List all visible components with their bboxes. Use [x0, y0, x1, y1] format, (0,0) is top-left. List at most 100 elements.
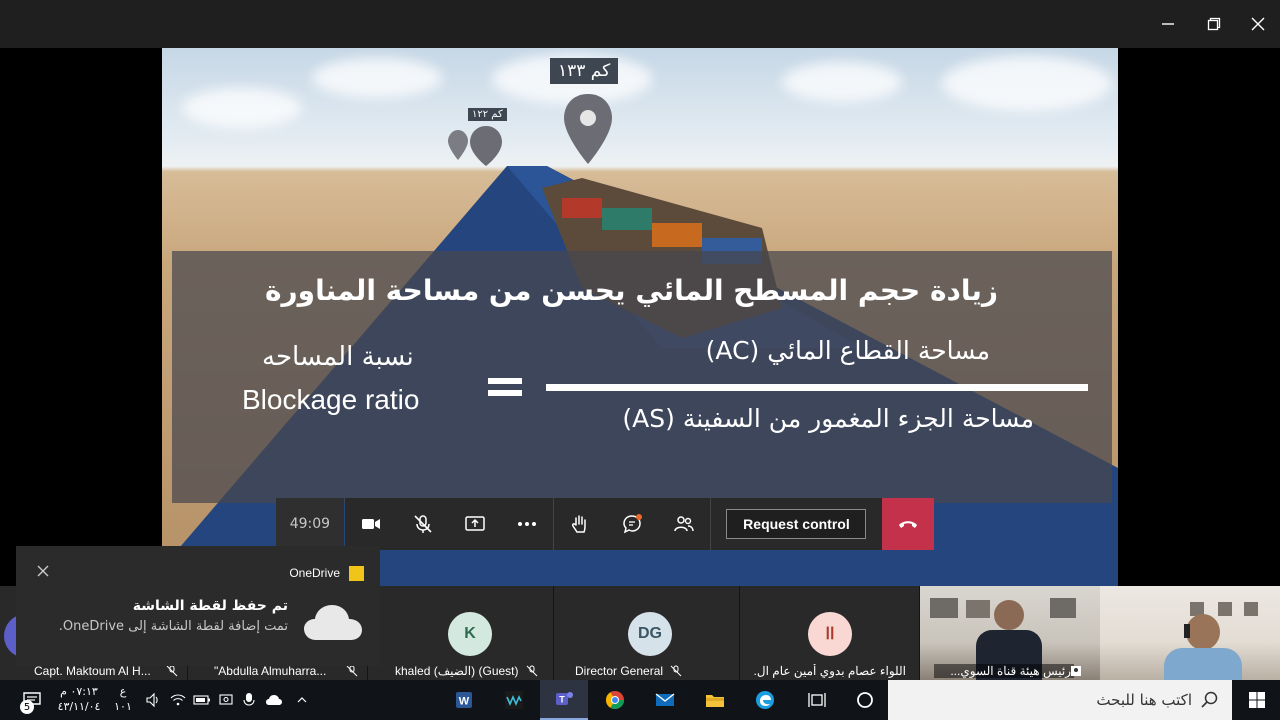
taskbar-mail[interactable] — [646, 680, 684, 720]
participant-video-tile[interactable]: رئيس هيئة قناة السوي... — [920, 586, 1100, 680]
notification-count-badge: 5 — [20, 700, 34, 714]
participant-body — [1164, 648, 1242, 680]
folder-icon — [706, 695, 724, 707]
camera-button[interactable] — [345, 498, 397, 550]
wall-frame — [1050, 598, 1076, 618]
more-button[interactable] — [501, 498, 553, 550]
call-timer: 49:09 — [276, 498, 344, 550]
clock-date: ٤٣/١١/٠٤ — [57, 700, 101, 713]
participants-icon — [674, 516, 694, 532]
wifi-button[interactable] — [166, 680, 190, 720]
close-icon — [1251, 17, 1265, 31]
microphone-icon — [243, 693, 255, 706]
participant-avatar: اا — [808, 612, 852, 656]
hangup-button[interactable] — [882, 498, 935, 550]
toast-app-name: OneDrive — [289, 566, 340, 580]
ratio-label-english: Blockage ratio — [242, 384, 420, 415]
pin-participant-icon — [1071, 666, 1081, 676]
fraction-line — [546, 384, 1088, 391]
map-pin-icon — [564, 94, 612, 164]
participants-button[interactable] — [658, 498, 710, 550]
volume-button[interactable] — [142, 680, 164, 720]
formula-denominator: مساحة الجزء المغمور من السفينة (AS) — [622, 404, 1034, 433]
onedrive-app-icon — [349, 566, 364, 581]
camera-icon — [361, 519, 380, 529]
call-controls-bar: 49:09 Request control — [276, 498, 935, 550]
participant-name: Capt. Maktoum Al H... — [34, 664, 151, 678]
participant-tile[interactable]: اا اللواء عصام بدوي أمين عام ال... — [740, 586, 920, 680]
taskbar: 5 ٠٧:١٣ م ٤٣/١١/٠٤ ع ١٠١ W T اكتب هنا لل… — [0, 680, 1280, 720]
wifi-icon — [170, 694, 186, 706]
taskbar-edge[interactable] — [746, 680, 784, 720]
map-pin-dot — [580, 110, 596, 126]
device-status-button[interactable] — [214, 680, 238, 720]
request-control-area: Request control — [710, 498, 883, 550]
participant-video-tile[interactable] — [1100, 586, 1280, 680]
speaker-icon — [146, 692, 158, 708]
participant-name: "Abdulla Almuharra... — [214, 664, 327, 678]
close-button[interactable] — [1238, 8, 1278, 40]
share-button[interactable] — [449, 498, 501, 550]
map-pin-label: كم ١٣٣ — [550, 58, 619, 84]
container-block — [602, 208, 652, 230]
ratio-label-arabic: نسبة المساحه — [262, 342, 414, 372]
onedrive-toast[interactable]: OneDrive تم حفظ لقطة الشاشة تمت إضافة لق… — [16, 546, 380, 666]
clock-time: ٠٧:١٣ م — [60, 685, 98, 698]
mic-off-icon — [166, 665, 178, 677]
participant-name: اللواء عصام بدوي أمين عام ال... — [754, 664, 906, 678]
minimize-icon — [1162, 23, 1174, 25]
taskbar-file-explorer[interactable] — [696, 680, 734, 720]
windows-icon — [1249, 692, 1265, 708]
hangup-icon — [899, 521, 918, 528]
participant-name: رئيس هيئة قناة السوي... — [934, 664, 1074, 678]
request-control-button[interactable]: Request control — [726, 509, 867, 539]
restore-icon — [1207, 17, 1221, 31]
wall-frame — [966, 600, 990, 618]
wall-frame — [1244, 602, 1258, 616]
search-placeholder: اكتب هنا للبحث — [1096, 691, 1192, 709]
participant-avatar: K — [448, 612, 492, 656]
show-hidden-icons-button[interactable] — [290, 680, 314, 720]
map-pin-icon — [470, 126, 502, 166]
cortana-button[interactable] — [846, 680, 884, 720]
participant-tile[interactable]: DG Director General — [554, 586, 740, 680]
taskbar-teams[interactable]: T — [540, 680, 588, 720]
chat-button[interactable] — [606, 498, 658, 550]
clock[interactable]: ٠٧:١٣ م ٤٣/١١/٠٤ — [56, 684, 102, 714]
formula-numerator: مساحة القطاع المائي (AC) — [705, 336, 990, 365]
onedrive-tray-button[interactable] — [262, 680, 286, 720]
participant-name: khaled (الضيف) (Guest) — [395, 664, 519, 678]
media-controls — [344, 498, 553, 550]
taskbar-chrome[interactable] — [596, 680, 634, 720]
cloud-icon — [304, 605, 362, 640]
raise-hand-icon — [571, 515, 586, 533]
equals-sign — [488, 390, 522, 396]
container-block — [652, 223, 702, 247]
raise-hand-button[interactable] — [554, 498, 606, 550]
microphone-tray-button[interactable] — [238, 680, 260, 720]
notification-center-button[interactable]: 5 — [14, 680, 50, 720]
share-icon — [465, 516, 485, 531]
title-bar — [0, 0, 1280, 48]
restore-button[interactable] — [1194, 8, 1234, 40]
headset-icon — [1184, 624, 1190, 638]
taskbar-word[interactable]: W — [446, 680, 482, 720]
equals-sign — [488, 378, 522, 384]
container-block — [562, 198, 602, 218]
minimize-button[interactable] — [1148, 8, 1188, 40]
task-view-icon — [808, 693, 826, 707]
slide-title: زيادة حجم المسطح المائي يحسن من مساحة ال… — [265, 274, 998, 307]
input-language-label: ع — [119, 685, 127, 698]
battery-button[interactable] — [190, 680, 214, 720]
taskbar-waves-app[interactable] — [496, 680, 532, 720]
close-icon[interactable] — [36, 564, 50, 578]
taskbar-search-box[interactable]: اكتب هنا للبحث — [888, 680, 1232, 720]
participant-tile[interactable]: K khaled (الضيف) (Guest) — [368, 586, 554, 680]
input-language-button[interactable]: ع ١٠١ — [110, 684, 136, 714]
start-button[interactable] — [1234, 680, 1280, 720]
mic-button[interactable] — [397, 498, 449, 550]
search-icon — [1201, 691, 1218, 708]
chrome-icon — [606, 691, 624, 710]
wall-frame — [1218, 602, 1232, 616]
task-view-button[interactable] — [798, 680, 836, 720]
